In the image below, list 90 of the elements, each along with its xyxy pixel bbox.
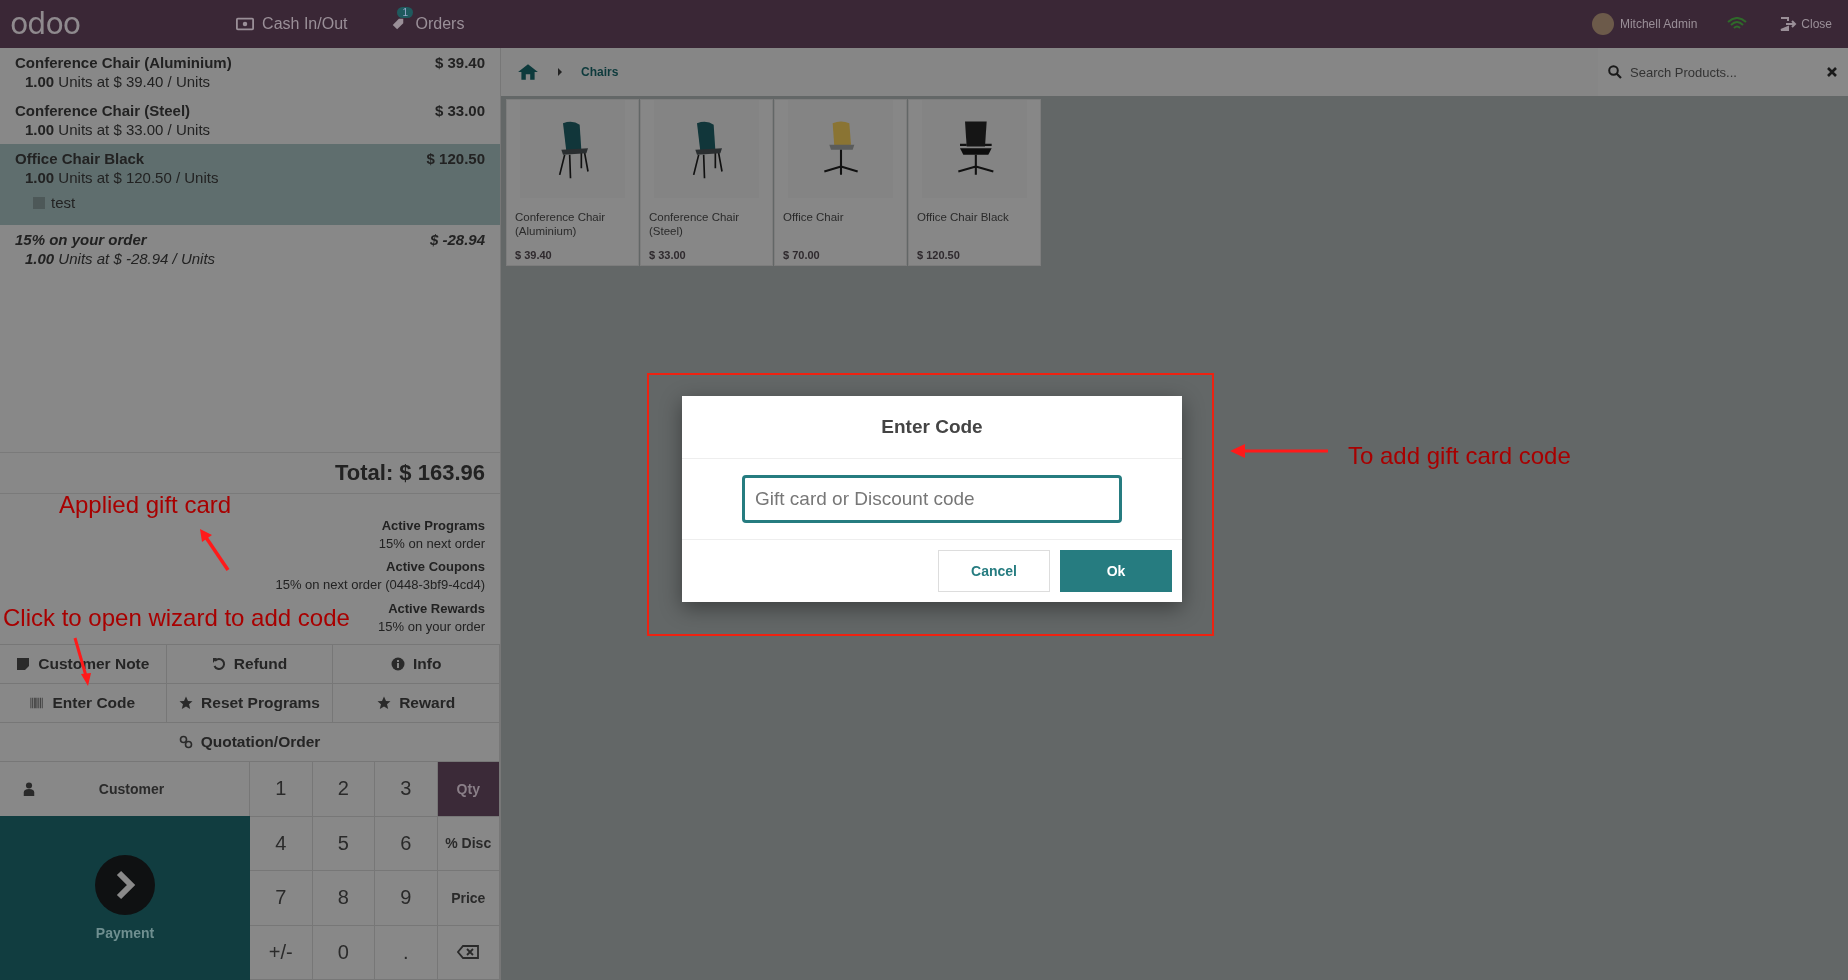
product-price: $ 33.00 bbox=[649, 249, 687, 261]
summary-text: 15% on next order (0448-3bf9-4cd4) bbox=[275, 576, 485, 595]
payment-button[interactable]: Payment bbox=[0, 816, 250, 980]
summary-text: 15% on next order bbox=[378, 535, 485, 554]
control-button[interactable]: Reward bbox=[333, 684, 500, 723]
control-button[interactable]: Quotation/Order bbox=[0, 723, 500, 762]
numpad-key[interactable]: 4 bbox=[250, 816, 313, 871]
numpad-key[interactable]: Price bbox=[437, 871, 500, 926]
cancel-button[interactable]: Cancel bbox=[938, 550, 1050, 592]
exit-icon bbox=[1779, 17, 1798, 31]
control-button[interactable]: Refund bbox=[166, 645, 334, 684]
numpad-key[interactable]: % Disc bbox=[437, 816, 500, 871]
info-icon bbox=[390, 657, 405, 671]
product-name: Conference Chair (Aluminium) bbox=[15, 54, 232, 71]
numpad-key[interactable]: 0 bbox=[312, 925, 375, 980]
star-icon bbox=[179, 696, 194, 710]
annotation-text: To add gift card code bbox=[1348, 444, 1571, 468]
numpad-key[interactable]: 9 bbox=[375, 871, 438, 926]
control-button[interactable]: Reset Programs bbox=[166, 684, 334, 723]
product-card[interactable]: Office Chair Black $ 120.50 bbox=[908, 99, 1041, 266]
cash-icon bbox=[236, 17, 255, 31]
line-note: test bbox=[51, 194, 76, 211]
clear-icon[interactable] bbox=[1826, 66, 1838, 78]
product-price: $ 70.00 bbox=[783, 249, 821, 261]
chevron-icon bbox=[557, 67, 563, 77]
product-name: Conference Chair (Aluminium) bbox=[515, 210, 607, 240]
order-line[interactable]: Conference Chair (Aluminium) $ 39.40 1.00 Units at $ 39.40 / Units bbox=[0, 48, 500, 96]
home-icon[interactable] bbox=[517, 63, 539, 81]
numpad-key[interactable] bbox=[437, 925, 500, 980]
breadcrumb-link[interactable]: Chairs bbox=[581, 65, 619, 79]
user-name: Mitchell Admin bbox=[1619, 17, 1698, 31]
summary-text: 15% on your order bbox=[378, 617, 485, 636]
dialog-title: Enter Code bbox=[881, 416, 983, 438]
numpad-key[interactable]: 2 bbox=[312, 762, 375, 817]
product-name: Office Chair bbox=[783, 210, 845, 225]
search-icon bbox=[1608, 65, 1622, 79]
chevron-circle-icon bbox=[95, 855, 155, 915]
summary-title: Active Programs bbox=[381, 516, 485, 535]
line-detail: 1.00 Units at $ 33.00 / Units bbox=[24, 121, 212, 138]
link-icon bbox=[178, 735, 193, 749]
backspace-icon bbox=[457, 945, 480, 960]
code-input-field[interactable]: Gift card or Discount code bbox=[742, 475, 1122, 523]
product-name: Office Chair Black bbox=[917, 210, 1010, 225]
numpad-key[interactable]: . bbox=[375, 925, 438, 980]
close-button[interactable]: Close bbox=[1773, 16, 1838, 32]
product-price: $ 120.50 bbox=[917, 249, 961, 261]
control-button[interactable]: Info bbox=[333, 645, 500, 684]
wifi-icon bbox=[1727, 17, 1748, 31]
order-total: Total: $ 163.96 bbox=[335, 460, 485, 486]
annotation-text: Applied gift card bbox=[59, 493, 232, 517]
line-detail: 1.00 Units at $ -28.94 / Units bbox=[24, 250, 217, 267]
count-badge: 1 bbox=[397, 7, 414, 18]
numpad-key[interactable]: 5 bbox=[312, 816, 375, 871]
order-line[interactable]: Conference Chair (Steel) $ 33.00 1.00 Units at $ 33.00 / Units bbox=[0, 96, 500, 144]
line-price: $ 33.00 bbox=[434, 102, 485, 119]
product-name: Office Chair Black bbox=[15, 150, 145, 167]
order-line[interactable]: 15% on your order $ -28.94 1.00 Units at $ -28.94 / Units bbox=[0, 225, 500, 273]
avatar bbox=[1591, 13, 1614, 35]
note-icon bbox=[16, 657, 31, 671]
logo[interactable]: odoo bbox=[10, 9, 81, 39]
annotation-text: Click to open wizard to add code bbox=[3, 606, 350, 630]
summary-title: Active Coupons bbox=[386, 558, 485, 577]
product-card[interactable]: Office Chair $ 70.00 bbox=[774, 99, 907, 266]
line-detail: 1.00 Units at $ 39.40 / Units bbox=[24, 73, 212, 90]
line-price: $ 39.40 bbox=[434, 54, 485, 71]
line-detail: 1.00 Units at $ 120.50 / Units bbox=[24, 169, 220, 186]
numpad-key[interactable]: 7 bbox=[250, 871, 313, 926]
numpad-key[interactable]: 8 bbox=[312, 871, 375, 926]
barcode-icon bbox=[30, 696, 45, 710]
numpad-key[interactable]: 1 bbox=[250, 762, 313, 817]
ok-button[interactable]: Ok bbox=[1060, 550, 1172, 592]
product-name: Conference Chair (Steel) bbox=[649, 210, 741, 240]
undo-icon bbox=[211, 657, 226, 671]
numpad-key[interactable]: 3 bbox=[375, 762, 438, 817]
person-icon bbox=[22, 782, 36, 796]
product-card[interactable]: Conference Chair (Steel) $ 33.00 bbox=[640, 99, 773, 266]
numpad-key[interactable]: +/- bbox=[250, 925, 313, 980]
star-icon bbox=[377, 696, 392, 710]
line-price: $ 120.50 bbox=[426, 150, 485, 167]
search-input[interactable]: Search Products... bbox=[1628, 63, 1820, 81]
product-name: Conference Chair (Steel) bbox=[15, 102, 191, 119]
control-button[interactable]: Enter Code bbox=[0, 684, 167, 723]
line-price: $ -28.94 bbox=[429, 231, 485, 248]
nav-button[interactable]: Cash In/Out bbox=[230, 11, 354, 37]
product-card[interactable]: Conference Chair (Aluminium) $ 39.40 bbox=[506, 99, 639, 266]
product-name: 15% on your order bbox=[15, 231, 147, 248]
numpad-key[interactable]: 6 bbox=[375, 816, 438, 871]
summary-title: Active Rewards bbox=[388, 599, 485, 618]
numpad-key[interactable]: Qty bbox=[437, 762, 500, 817]
product-price: $ 39.40 bbox=[515, 249, 553, 261]
